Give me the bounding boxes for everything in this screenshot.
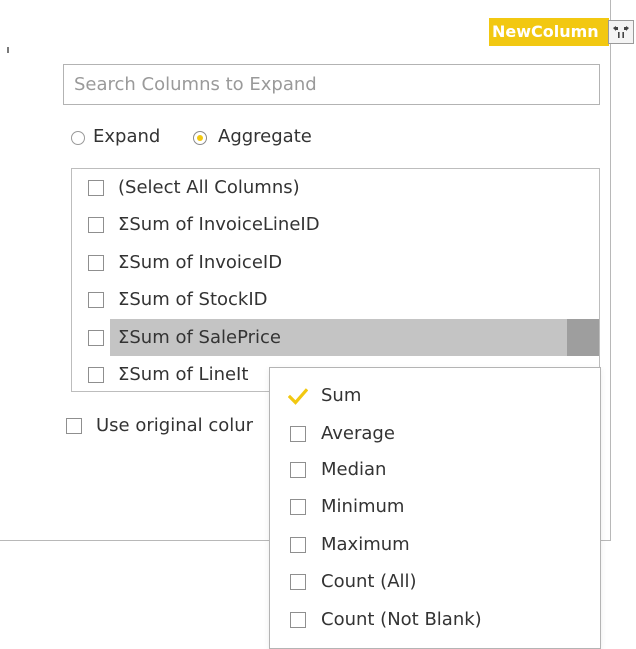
aggregate-radio-label: Aggregate — [218, 126, 312, 147]
checkmark-icon — [287, 388, 309, 405]
aggregate-option-label[interactable]: Maximum — [321, 533, 410, 557]
use-original-names-label: Use original colur — [96, 415, 254, 436]
list-item-label: ΣSum of StockID — [118, 289, 268, 310]
aggregate-option-label[interactable]: Sum — [321, 384, 361, 408]
maximum-checkbox[interactable] — [290, 537, 306, 553]
aggregate-option-label[interactable]: Minimum — [321, 495, 404, 519]
search-columns-input[interactable] — [63, 64, 600, 105]
list-item-label: ΣSum of InvoiceLineID — [118, 214, 320, 235]
expand-radio-label: Expand — [93, 126, 161, 147]
list-item[interactable]: ΣSum of SalePrice — [72, 319, 599, 357]
column-checkbox[interactable] — [88, 292, 104, 308]
minimum-checkbox[interactable] — [290, 499, 306, 515]
expand-radio[interactable] — [71, 131, 85, 145]
aggregate-option-label[interactable]: Count (All) — [321, 570, 417, 594]
expand-column-button[interactable] — [608, 20, 634, 44]
use-original-names-checkbox[interactable] — [66, 418, 82, 434]
column-checkbox[interactable] — [88, 330, 104, 346]
aggregate-radio-dot — [197, 135, 203, 141]
aggregate-option-label[interactable]: Average — [321, 422, 395, 446]
aggregate-radio[interactable] — [193, 131, 207, 145]
column-checkbox[interactable] — [88, 255, 104, 271]
panel-edge-mark — [7, 47, 9, 53]
expand-arrows-icon — [613, 26, 629, 38]
aggregate-option-label[interactable]: Count (Not Blank) — [321, 608, 482, 632]
list-item-label: ΣSum of LineIt — [118, 364, 249, 385]
aggregate-dropdown-menu: Sum Average Median Minimum Maximum Count… — [269, 367, 601, 649]
count-not-blank-checkbox[interactable] — [290, 612, 306, 628]
list-item[interactable]: ΣSum of InvoiceID — [72, 244, 599, 282]
column-header-label: NewColumn — [492, 22, 599, 41]
columns-list[interactable]: (Select All Columns) ΣSum of InvoiceLine… — [71, 168, 600, 392]
list-item[interactable]: ΣSum of InvoiceLineID — [72, 206, 599, 244]
list-item[interactable]: (Select All Columns) — [72, 169, 599, 207]
column-checkbox[interactable] — [88, 367, 104, 383]
median-checkbox[interactable] — [290, 462, 306, 478]
list-item-label: ΣSum of SalePrice — [118, 327, 281, 348]
average-checkbox[interactable] — [290, 426, 306, 442]
list-item-label: ΣSum of InvoiceID — [118, 252, 283, 273]
select-all-checkbox[interactable] — [88, 180, 104, 196]
list-item[interactable]: ΣSum of StockID — [72, 281, 599, 319]
column-checkbox[interactable] — [88, 217, 104, 233]
count-all-checkbox[interactable] — [290, 574, 306, 590]
list-item-label: (Select All Columns) — [118, 177, 300, 198]
aggregate-option-label[interactable]: Median — [321, 458, 386, 482]
sum-checkbox[interactable] — [287, 387, 309, 407]
